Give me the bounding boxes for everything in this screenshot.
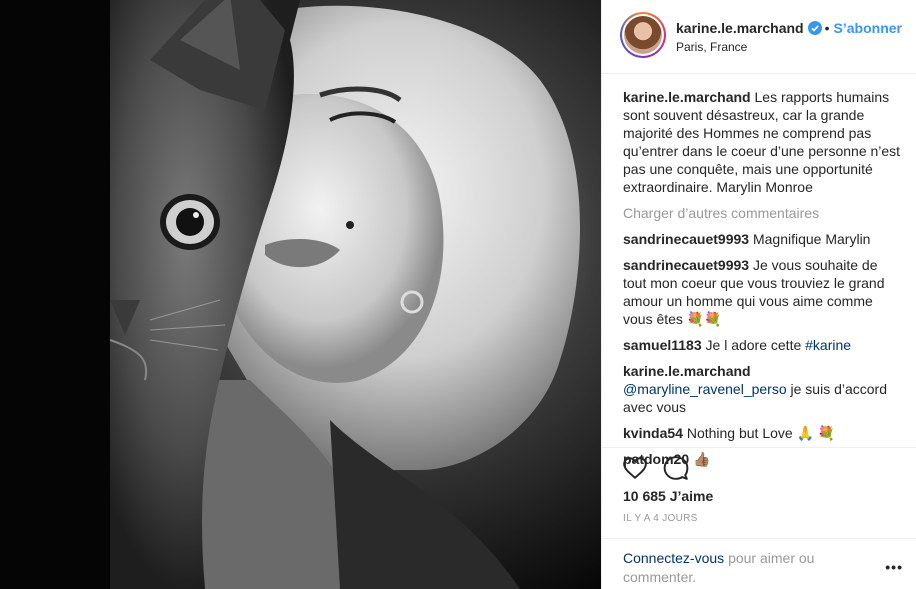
login-link[interactable]: Connectez-vous [623,550,724,566]
comment-username[interactable]: sandrinecauet9993 [623,257,749,273]
post-header: karine.le.marchand • S’abonner Paris, Fran… [602,0,916,74]
comment-icon[interactable] [663,455,689,481]
post-timestamp[interactable]: IL Y A 4 JOURS [623,513,698,524]
mention-link[interactable]: @maryline_ravenel_perso [623,381,787,397]
follow-button[interactable]: S’abonner [834,20,902,36]
comment-item: karine.le.marchand @maryline_ravenel_per… [623,362,903,416]
comment-text: Nothing but Love 🙏 💐 [686,425,836,441]
caption-username[interactable]: karine.le.marchand [623,89,751,105]
comment-username[interactable]: karine.le.marchand [623,363,751,379]
post-actions: 10 685 J’aime IL Y A 4 JOURS [602,447,916,542]
avatar[interactable] [620,12,666,58]
load-more-comments-button[interactable]: Charger d’autres commentaires [623,204,903,222]
hashtag-link[interactable]: #karine [805,337,851,353]
heart-icon[interactable] [622,455,648,481]
post-photo-illustration [0,0,601,589]
comment-username[interactable]: sandrinecauet9993 [623,231,749,247]
comment-text: Magnifique Marylin [752,231,871,247]
post-image[interactable] [0,0,601,589]
comments-list: karine.le.marchand Les rapports humains … [623,88,903,476]
likes-count[interactable]: 10 685 J’aime [623,488,713,504]
post-sidebar: karine.le.marchand • S’abonner Paris, Fran… [601,0,916,589]
login-prompt: Connectez-vous pour aimer ou commenter. … [602,538,916,589]
login-text-block: Connectez-vous pour aimer ou commenter. [623,549,853,587]
verified-badge-icon [807,21,822,38]
comment-item: samuel1183 Je l adore cette #karine [623,336,903,354]
header-username[interactable]: karine.le.marchand [676,20,804,36]
separator-dot: • [824,20,830,36]
header-username-row: karine.le.marchand • S’abonner [676,20,902,38]
profile-picture [624,16,662,54]
post-caption: karine.le.marchand Les rapports humains … [623,88,903,196]
more-options-icon[interactable]: ••• [885,559,903,575]
location-link[interactable]: Paris, France [676,40,747,54]
comment-username[interactable]: kvinda54 [623,425,683,441]
comment-item: sandrinecauet9993 Je vous souhaite de to… [623,256,903,328]
comment-item: sandrinecauet9993 Magnifique Marylin [623,230,903,248]
comment-item: kvinda54 Nothing but Love 🙏 💐 [623,424,903,442]
comment-username[interactable]: samuel1183 [623,337,702,353]
comment-text: Je l adore cette [705,337,802,353]
